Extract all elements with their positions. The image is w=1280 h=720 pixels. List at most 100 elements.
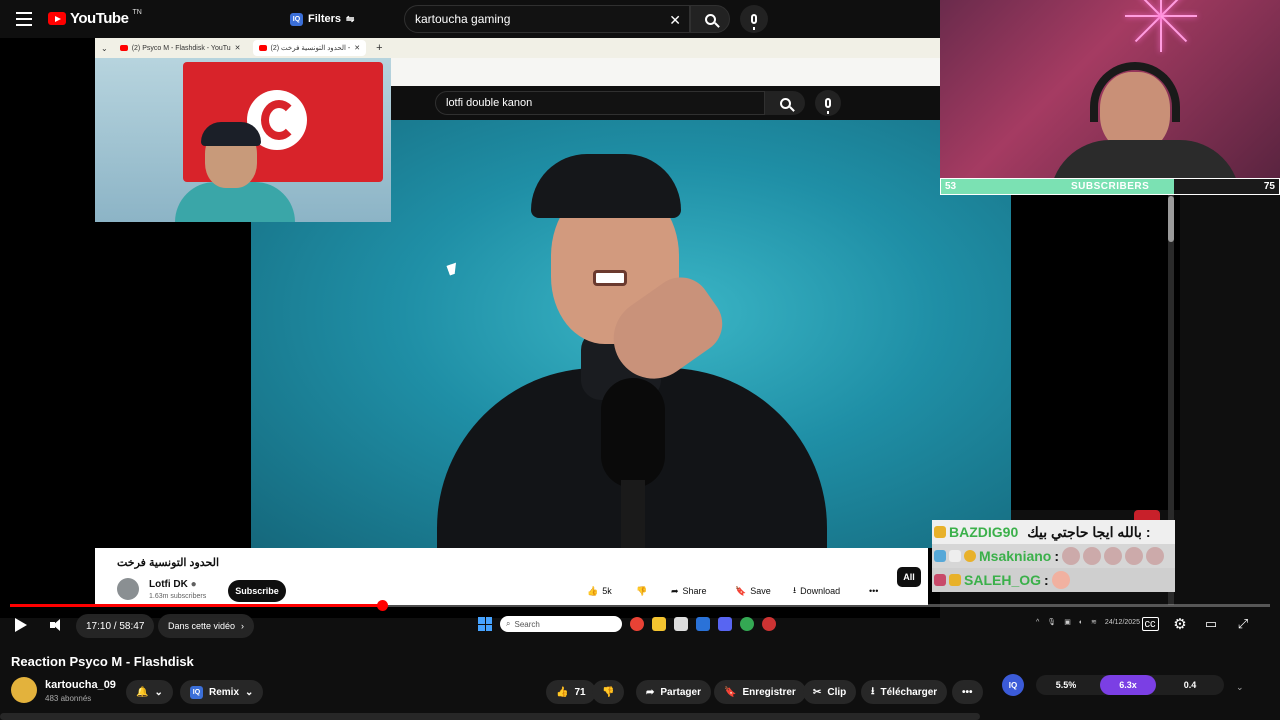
browser-tab-1[interactable]: (2) Psyco M - Flashdisk - YouTu ✕: [114, 40, 247, 56]
iq-extension-button[interactable]: IQ: [1002, 674, 1024, 696]
captions-button[interactable]: cc: [1140, 614, 1160, 634]
taskbar-search[interactable]: ⌕ Search: [500, 616, 622, 632]
inner-channel-name[interactable]: Lotfi DK ●: [149, 579, 197, 590]
menu-icon[interactable]: [16, 12, 32, 26]
chevron-down-icon: ⌄: [245, 686, 254, 698]
inner-share-button[interactable]: ➦ Share: [671, 582, 707, 600]
chrome-icon[interactable]: [630, 617, 644, 631]
browser-tab-strip: ⌄ (2) Psyco M - Flashdisk - YouTu ✕ (2) …: [95, 38, 940, 58]
video-player[interactable]: ⌄ (2) Psyco M - Flashdisk - YouTu ✕ (2) …: [0, 38, 1011, 618]
chat-nick: SALEH_OG: [964, 572, 1042, 588]
inner-save-label: Save: [750, 586, 771, 596]
filters-label: Filters: [308, 13, 342, 25]
like-button[interactable]: 👍 71: [546, 680, 596, 704]
chat-message: BAZDIG90 بالله ايجا حاجتي بيك :: [932, 520, 1175, 544]
tray-chevron-icon[interactable]: ^: [1036, 619, 1039, 626]
chapter-button[interactable]: Dans cette vidéo ›: [158, 614, 255, 638]
progress-bar[interactable]: [10, 600, 1270, 611]
mic-icon: [825, 98, 831, 114]
filters-button[interactable]: IQ Filters ⇋: [282, 7, 362, 31]
captions-icon: cc: [1141, 617, 1159, 631]
tab-dropdown-icon[interactable]: ⌄: [101, 44, 108, 53]
inner-like-button[interactable]: 👍 5k: [587, 582, 612, 600]
inner-channel-avatar[interactable]: [117, 578, 139, 600]
share-button[interactable]: ➦ Partager: [636, 680, 711, 704]
subs-label: SUBSCRIBERS: [1071, 181, 1150, 192]
channel-name[interactable]: kartoucha_09: [45, 679, 116, 691]
tray-mic-icon[interactable]: 🎙: [1047, 618, 1056, 626]
mail-icon[interactable]: [696, 617, 710, 631]
download-button[interactable]: ⭳ Télécharger: [861, 680, 948, 704]
logo-text: YouTube: [70, 10, 129, 27]
discord-icon[interactable]: [718, 617, 732, 631]
settings-button[interactable]: ⚙: [1170, 614, 1190, 634]
inner-search-input[interactable]: lotfi double kanon: [435, 91, 765, 115]
mute-button[interactable]: [42, 610, 72, 640]
search-icon: ⌕: [506, 619, 511, 628]
windows-start-icon[interactable]: [478, 617, 492, 631]
gear-icon: ⚙: [1173, 616, 1187, 633]
badge-icon: [949, 550, 961, 562]
channel-subscribers: 483 abonnés: [45, 694, 92, 703]
new-tab-icon[interactable]: +: [376, 42, 382, 54]
emote-icon: [1104, 547, 1123, 565]
search-icon: [704, 13, 716, 25]
reactor-torso: [175, 182, 295, 222]
reactor-webcam: [95, 58, 391, 222]
all-chip[interactable]: All: [897, 567, 921, 587]
inner-save-button[interactable]: 🔖 Save: [735, 582, 771, 600]
inner-voice-button[interactable]: [815, 90, 841, 116]
store-icon[interactable]: [674, 617, 688, 631]
inner-more-button[interactable]: •••: [869, 582, 878, 600]
tray-app-icon[interactable]: ◐: [1079, 619, 1083, 626]
browser-tab-2[interactable]: (2) الحدود التونسية فرخت - ✕: [252, 40, 367, 56]
thumbs-down-icon: 👎: [636, 585, 648, 596]
sliders-icon: ⇋: [346, 13, 355, 25]
description-box[interactable]: [0, 713, 980, 720]
fullscreen-button[interactable]: ⤢: [1233, 614, 1253, 634]
tray-app-icon[interactable]: ▣: [1064, 618, 1071, 626]
save-label: Enregistrer: [742, 686, 796, 698]
youtube-logo[interactable]: YouTube TN: [48, 9, 142, 27]
person-mouth: [593, 270, 627, 286]
scrollbar-thumb[interactable]: [1168, 196, 1174, 242]
tray-wifi-icon[interactable]: ≋: [1091, 618, 1097, 626]
clear-icon[interactable]: ✕: [669, 12, 681, 29]
miniplayer-icon: ▭: [1204, 616, 1218, 631]
notifications-button[interactable]: 🔔 ⌄: [126, 680, 173, 704]
save-button[interactable]: 🔖 Enregistrer: [714, 680, 806, 704]
stat-engagement: 5.5%: [1055, 680, 1077, 690]
chevron-down-icon: ⌄: [154, 686, 163, 698]
stat-ratio: 0.4: [1183, 680, 1197, 690]
app-icon[interactable]: [762, 617, 776, 631]
inner-download-button[interactable]: ⭳ Download: [793, 582, 840, 600]
inner-download-label: Download: [800, 586, 841, 596]
chat-background: [1011, 195, 1180, 510]
chevron-right-icon: ›: [241, 621, 245, 631]
inner-dislike-button[interactable]: 👎: [636, 582, 647, 600]
inner-search-button[interactable]: [765, 91, 805, 115]
folder-icon[interactable]: [652, 617, 666, 631]
search-button[interactable]: [690, 5, 730, 33]
more-icon: •••: [869, 586, 879, 596]
share-icon: ➦: [646, 686, 655, 698]
stat-multiplier: 6.3x: [1100, 675, 1156, 695]
close-tab-icon[interactable]: ✕: [354, 44, 360, 52]
voice-search-button[interactable]: [740, 5, 768, 33]
miniplayer-button[interactable]: ▭: [1201, 614, 1221, 634]
inner-channel-subs: 1.63m subscribers: [149, 593, 207, 600]
channel-avatar[interactable]: [11, 677, 37, 703]
chrome-icon[interactable]: [740, 617, 754, 631]
search-input[interactable]: kartoucha gaming ✕: [404, 5, 690, 33]
letterbox-left: [95, 222, 251, 548]
clip-button[interactable]: ✂ Clip: [803, 680, 857, 704]
more-actions-button[interactable]: •••: [952, 680, 983, 704]
chevron-down-icon[interactable]: ⌄: [1236, 682, 1244, 693]
remix-button[interactable]: IQ Remix ⌄: [180, 680, 264, 704]
inner-subscribe-button[interactable]: Subscribe: [228, 580, 286, 602]
share-label: Partager: [660, 686, 701, 698]
play-button[interactable]: [6, 610, 36, 640]
dislike-button[interactable]: 👎: [592, 680, 625, 704]
badge-icon: [934, 574, 946, 586]
close-tab-icon[interactable]: ✕: [235, 44, 241, 52]
